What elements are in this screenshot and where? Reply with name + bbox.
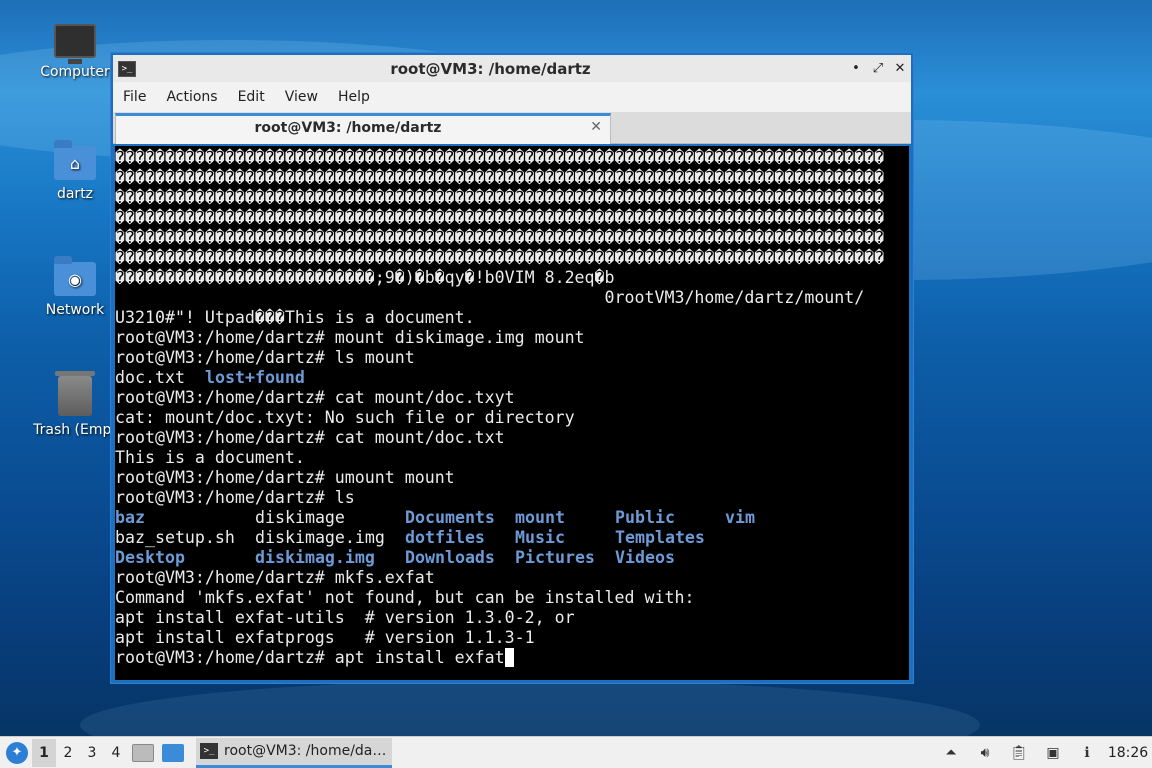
ls-entry: diskimag.img [255, 548, 375, 567]
tab-title: root@VM3: /home/dartz [254, 120, 442, 136]
workspace-1[interactable]: 1 [32, 738, 56, 767]
task-label: root@VM3: /home/da… [224, 743, 387, 759]
terminal-line: U3210#"! Utpad���This is a document. [115, 308, 475, 327]
file-manager-icon[interactable] [132, 743, 154, 762]
workspace-4[interactable]: 4 [104, 745, 128, 761]
terminal-line: ����������������������������������������… [115, 208, 885, 227]
clipboard-icon[interactable]: 📋︎ [1009, 744, 1029, 762]
computer-icon [54, 24, 96, 64]
terminal-line: ��������������������������;9�)�b�qy�!b0V… [115, 268, 615, 287]
ls-row: baz_setup.sh diskimage.img dotfiles Music Te… [115, 528, 909, 548]
desktop-icon-label: Network [45, 302, 105, 318]
workspace-2[interactable]: 2 [56, 745, 80, 761]
ls-row: baz diskimage Documents mount Public vim [115, 508, 909, 528]
terminal-line: root@VM3:/home/dartz# mount diskimage.im… [115, 328, 585, 347]
terminal-line: root@VM3:/home/dartz# mkfs.exfat [115, 568, 435, 587]
ls-entry: diskimage [255, 508, 345, 527]
prompt-text: root@VM3:/home/dartz# apt install exfat [115, 648, 505, 667]
terminal-line: ����������������������������������������… [115, 228, 885, 247]
menu-edit[interactable]: Edit [228, 89, 275, 105]
terminal-app-icon: >_ [200, 743, 218, 759]
terminal-line: cat: mount/doc.txyt: No such file or dir… [115, 408, 575, 427]
ls-entry: mount [515, 508, 565, 527]
desktop-icon-label: Trash (Empt [33, 422, 117, 438]
ls-entry: vim [725, 508, 755, 527]
menu-file[interactable]: File [113, 89, 156, 105]
ls-entry [725, 548, 805, 568]
ls-entry: diskimage.img [255, 528, 385, 547]
terminal-output[interactable]: ����������������������������������������… [115, 146, 909, 680]
network-icon[interactable]: ▣ [1043, 744, 1063, 762]
desktop-icon-label: dartz [56, 186, 94, 202]
terminal-line: root@VM3:/home/dartz# umount mount [115, 468, 455, 487]
terminal-line: This is a document. [115, 448, 305, 467]
ls-row: Desktop diskimag.img Downloads Pictures Vide… [115, 548, 909, 568]
menu-bar: File Actions Edit View Help [113, 82, 911, 112]
terminal-line: apt install exfatprogs # version 1.1.3-1 [115, 628, 535, 647]
notification-icon[interactable]: ℹ [1077, 744, 1097, 762]
terminal-app-icon: >_ [118, 60, 136, 77]
taskbar: ✦ 1 2 3 4 >_ root@VM3: /home/da… ⏶ 🔊︎ 📋︎… [0, 736, 1152, 768]
terminal-line: ����������������������������������������… [115, 168, 885, 187]
terminal-line: root@VM3:/home/dartz# ls mount [115, 348, 415, 367]
ls-entry: Pictures [515, 548, 595, 567]
ls-entry: Desktop [115, 548, 185, 567]
terminal-line: apt install exfat-utils # version 1.3.0-… [115, 608, 575, 627]
tab-bar: root@VM3: /home/dartz ✕ [113, 112, 911, 144]
terminal-line: root@VM3:/home/dartz# cat mount/doc.txt [115, 428, 505, 447]
upload-icon[interactable]: ⏶ [941, 744, 961, 762]
ls-entry: baz [115, 508, 145, 527]
ls-entry: doc.txt [115, 368, 185, 387]
home-folder-icon: ⌂ [54, 140, 96, 180]
window-titlebar[interactable]: >_ root@VM3: /home/dartz • ⤢ ✕ [113, 55, 911, 82]
terminal-line: ����������������������������������������… [115, 148, 885, 167]
desktop-icon-label: Computer [40, 64, 110, 80]
command-prompt[interactable]: root@VM3:/home/dartz# apt install exfat [115, 648, 909, 668]
ls-entry: Music [515, 528, 565, 547]
terminal-line: root@VM3:/home/dartz# ls [115, 488, 355, 507]
terminal-line: ����������������������������������������… [115, 188, 885, 207]
ls-mount-output: doc.txt lost+found [115, 368, 909, 388]
start-menu-button[interactable]: ✦ [2, 739, 32, 767]
show-desktop-icon[interactable] [162, 743, 184, 762]
minimize-button[interactable]: • [845, 61, 867, 76]
menu-help[interactable]: Help [328, 89, 380, 105]
menu-actions[interactable]: Actions [156, 89, 227, 105]
tab-close-icon[interactable]: ✕ [590, 119, 602, 135]
ls-entry [725, 528, 805, 548]
ls-entry: Downloads [405, 548, 495, 567]
workspace-3[interactable]: 3 [80, 745, 104, 761]
trash-icon [55, 371, 95, 416]
ls-entry: baz_setup.sh [115, 528, 235, 547]
ls-entry: dotfiles [405, 528, 485, 547]
lxqt-logo-icon: ✦ [6, 741, 28, 764]
maximize-button[interactable]: ⤢ [867, 61, 889, 76]
terminal-line: root@VM3:/home/dartz# cat mount/doc.txyt [115, 388, 515, 407]
terminal-line: 0rootVM3/home/dartz/mount/ [115, 288, 865, 307]
taskbar-task-terminal[interactable]: >_ root@VM3: /home/da… [196, 737, 392, 768]
tab-terminal[interactable]: root@VM3: /home/dartz ✕ [115, 113, 611, 144]
terminal-window: >_ root@VM3: /home/dartz • ⤢ ✕ File Acti… [110, 52, 914, 684]
ls-entry: Documents [405, 508, 495, 527]
ls-entry: lost+found [205, 368, 305, 387]
close-button[interactable]: ✕ [889, 61, 911, 76]
ls-entry: Templates [615, 528, 705, 547]
clock[interactable]: 18:26 [1104, 745, 1152, 761]
volume-icon[interactable]: 🔊︎ [975, 744, 995, 762]
terminal-line: ����������������������������������������… [115, 248, 885, 267]
text-cursor [504, 648, 514, 667]
network-folder-icon: ◉ [54, 256, 96, 296]
window-title: root@VM3: /home/dartz [390, 59, 591, 78]
system-tray: ⏶ 🔊︎ 📋︎ ▣ ℹ 18:26 [934, 737, 1152, 768]
ls-entry: Videos [615, 548, 675, 567]
ls-entry: Public [615, 508, 675, 527]
menu-view[interactable]: View [275, 89, 328, 105]
terminal-line: Command 'mkfs.exfat' not found, but can … [115, 588, 695, 607]
